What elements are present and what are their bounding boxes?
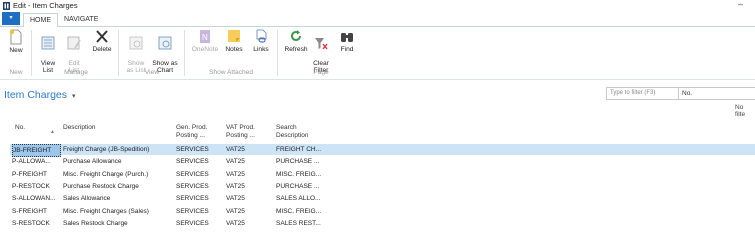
onenote-button[interactable]: N OneNote — [190, 29, 220, 53]
table-row[interactable]: S-FREIGHT Misc. Freight Charges (Sales) SE… — [10, 206, 755, 217]
cell-vat-prod-posting[interactable]: VAT25 — [226, 156, 272, 167]
cell-no[interactable]: S-RESTOCK — [12, 218, 59, 229]
show-as-chart-button[interactable]: Show as Chart — [151, 29, 179, 74]
cell-gen-prod-posting[interactable]: SERVICES — [176, 206, 222, 217]
group-separator — [118, 30, 119, 76]
chevron-down-icon: ▾ — [71, 93, 76, 100]
show-as-chart-icon — [158, 36, 172, 50]
cell-vat-prod-posting[interactable]: VAT25 — [226, 193, 272, 204]
delete-x-icon — [96, 30, 108, 43]
sort-ascending-icon: ▲ — [50, 129, 55, 135]
group-label-view: View — [144, 69, 160, 76]
cell-search-description[interactable]: MISC. FREIG... — [276, 206, 336, 217]
find-button[interactable]: Find — [337, 29, 357, 53]
window-title: Edit - Item Charges — [13, 1, 78, 10]
refresh-icon — [291, 30, 301, 41]
column-header-no[interactable]: No. — [15, 124, 25, 132]
table-row[interactable]: JB-FREIGHT Freight Charge (JB-Spedition) S… — [10, 144, 755, 157]
new-document-icon — [9, 29, 22, 45]
group-separator — [277, 30, 278, 76]
cell-description[interactable]: Purchase Allowance — [63, 156, 173, 167]
page-title[interactable]: Item Charges ▾ — [4, 89, 75, 101]
table-row[interactable]: P-RESTOCK Purchase Restock Charge SERVICES… — [10, 181, 755, 192]
cell-vat-prod-posting[interactable]: VAT25 — [226, 144, 272, 155]
cell-no[interactable]: S-FREIGHT — [12, 206, 59, 217]
cell-gen-prod-posting[interactable]: SERVICES — [176, 144, 222, 155]
cell-vat-prod-posting[interactable]: VAT25 — [226, 181, 272, 192]
group-label-show-attached: Show Attached — [209, 69, 253, 76]
filter-field-select[interactable]: No. — [678, 87, 755, 100]
clear-filter-icon — [315, 38, 328, 50]
cell-search-description[interactable]: FREIGHT CH... — [276, 144, 336, 155]
filter-input[interactable]: Type to filter (F3) — [606, 87, 679, 100]
minimize-button[interactable]: – — [738, 0, 743, 9]
cell-no[interactable]: P-ALLOWA... — [12, 156, 59, 167]
table-row[interactable]: S-ALLOWAN... Sales Allowance SERVICES VAT25… — [10, 193, 755, 204]
column-header-search-description[interactable]: Search Description — [276, 124, 309, 140]
cell-no[interactable]: P-RESTOCK — [12, 181, 59, 192]
cell-gen-prod-posting[interactable]: SERVICES — [176, 156, 222, 167]
ribbon-tabs — [0, 12, 755, 27]
column-header-vat-prod-posting[interactable]: VAT Prod. Posting ... — [226, 124, 255, 140]
cell-search-description[interactable]: SALES ALLO... — [276, 193, 336, 204]
cell-description[interactable]: Sales Restock Charge — [63, 218, 173, 229]
view-list-button[interactable]: View List — [38, 29, 58, 74]
tab-navigate[interactable]: NAVIGATE — [58, 13, 104, 26]
links-icon — [256, 29, 267, 43]
app-logo-icon — [3, 2, 10, 10]
cell-no[interactable]: S-ALLOWAN... — [12, 193, 59, 204]
refresh-button[interactable]: Refresh — [283, 29, 309, 53]
edit-list-button[interactable]: Edit List — [64, 29, 84, 74]
cell-search-description[interactable]: PURCHASE ... — [276, 156, 336, 167]
notes-icon — [228, 30, 240, 42]
group-label-manage: Manage — [64, 69, 88, 76]
edit-list-icon — [67, 36, 81, 50]
show-as-list-button[interactable]: Show as List — [124, 29, 148, 74]
cell-vat-prod-posting[interactable]: VAT25 — [226, 169, 272, 180]
cell-gen-prod-posting[interactable]: SERVICES — [176, 218, 222, 229]
column-header-gen-prod-posting[interactable]: Gen. Prod. Posting ... — [176, 124, 207, 140]
cell-gen-prod-posting[interactable]: SERVICES — [176, 193, 222, 204]
filter-status: No filte — [735, 104, 746, 118]
new-button[interactable]: New — [6, 29, 26, 54]
svg-text:N: N — [202, 33, 208, 42]
cell-vat-prod-posting[interactable]: VAT25 — [226, 218, 272, 229]
group-separator — [31, 30, 32, 76]
table-row[interactable]: P-FREIGHT Misc. Freight Charge (Purch.) SE… — [10, 169, 755, 180]
cell-gen-prod-posting[interactable]: SERVICES — [176, 169, 222, 180]
notes-button[interactable]: Notes — [223, 29, 245, 53]
onenote-icon: N — [200, 30, 210, 43]
delete-button[interactable]: Delete — [90, 29, 114, 53]
cell-search-description[interactable]: PURCHASE ... — [276, 181, 336, 192]
table-row[interactable]: P-ALLOWA... Purchase Allowance SERVICES VAT… — [10, 156, 755, 167]
column-header-description[interactable]: Description — [63, 124, 96, 132]
group-separator — [184, 30, 185, 76]
cell-no[interactable]: P-FREIGHT — [12, 169, 59, 180]
cell-search-description[interactable]: MISC. FREIG... — [276, 169, 336, 180]
tab-home[interactable]: HOME — [23, 13, 58, 28]
cell-description[interactable]: Sales Allowance — [63, 193, 173, 204]
cell-description[interactable]: Freight Charge (JB-Spedition) — [63, 144, 173, 155]
group-label-page: Page — [313, 69, 329, 76]
cell-search-description[interactable]: SALES REST... — [276, 218, 336, 229]
binoculars-icon — [341, 33, 353, 42]
cell-no[interactable]: JB-FREIGHT — [12, 144, 61, 157]
group-label-new: New — [9, 69, 23, 76]
title-bar — [0, 0, 755, 12]
cell-vat-prod-posting[interactable]: VAT25 — [226, 206, 272, 217]
cell-description[interactable]: Purchase Restock Charge — [63, 181, 173, 192]
app-menu-button[interactable]: ▾ — [2, 12, 20, 25]
cell-description[interactable]: Misc. Freight Charge (Purch.) — [63, 169, 173, 180]
cell-gen-prod-posting[interactable]: SERVICES — [176, 181, 222, 192]
cell-description[interactable]: Misc. Freight Charges (Sales) — [63, 206, 173, 217]
links-button[interactable]: Links — [250, 29, 272, 53]
show-as-list-icon — [129, 36, 143, 50]
view-list-icon — [41, 36, 55, 50]
table-row[interactable]: S-RESTOCK Sales Restock Charge SERVICES VAT… — [10, 218, 755, 229]
clear-filter-button[interactable]: Clear Filter — [311, 29, 331, 74]
